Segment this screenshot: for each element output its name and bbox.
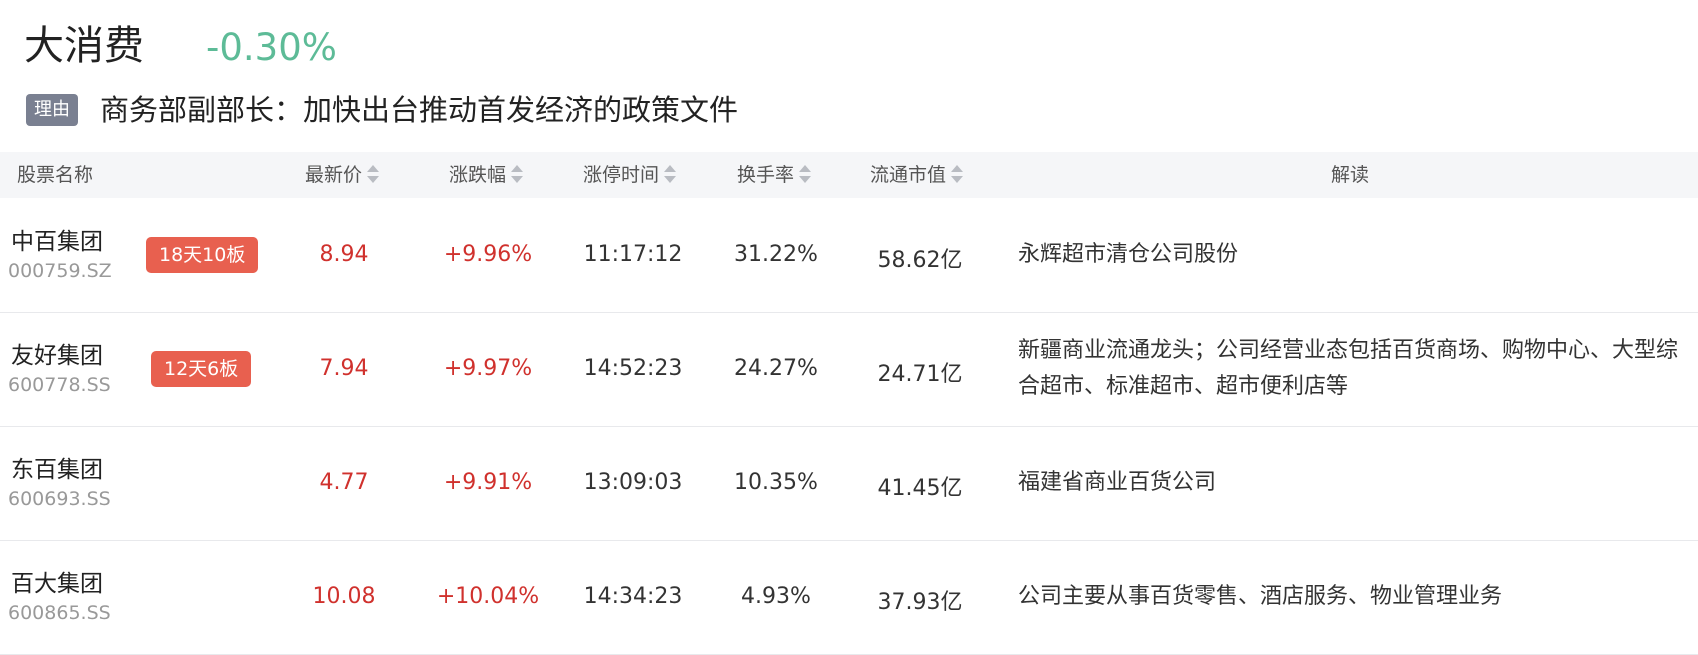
turnover: 31.22% xyxy=(734,242,818,267)
price: 10.08 xyxy=(312,584,376,609)
table-row[interactable]: 百大集团 600865.SS 10.08 +10.04% 14:34:23 4.… xyxy=(0,540,1698,655)
stock-code: 600865.SS xyxy=(8,602,111,624)
table-header: 股票名称 最新价 涨跌幅 涨停时间 换手率 流通市值 解读 xyxy=(0,152,1698,198)
col-header-market-cap-label: 流通市值 xyxy=(870,164,947,186)
change-pct: +9.96% xyxy=(443,242,533,267)
col-header-interpretation: 解读 xyxy=(1331,164,1370,186)
col-header-name: 股票名称 xyxy=(17,164,94,186)
limit-up-badge: 18天10板 xyxy=(146,237,259,273)
change-pct: +9.97% xyxy=(443,356,533,381)
market-cap: 24.71亿 xyxy=(877,362,963,387)
price: 8.94 xyxy=(319,242,369,267)
sector-name: 大消费 xyxy=(24,23,144,69)
limit-time: 11:17:12 xyxy=(583,242,683,267)
turnover: 4.93% xyxy=(741,584,811,609)
interpretation: 福建省商业百货公司 xyxy=(1018,470,1217,495)
price: 7.94 xyxy=(319,356,369,381)
col-header-price-label: 最新价 xyxy=(305,164,363,186)
limit-up-badge: 12天6板 xyxy=(151,351,252,387)
interpretation: 新疆商业流通龙头；公司经营业态包括百货商场、购物中心、大型综合超市、标准超市、超… xyxy=(1018,338,1679,399)
market-cap: 58.62亿 xyxy=(877,248,963,273)
col-header-limit-time[interactable]: 涨停时间 xyxy=(583,152,677,198)
limit-time: 13:09:03 xyxy=(583,470,683,495)
interpretation: 公司主要从事百货零售、酒店服务、物业管理业务 xyxy=(1018,584,1503,609)
table-row[interactable]: 东百集团 600693.SS 4.77 +9.91% 13:09:03 10.3… xyxy=(0,426,1698,541)
sort-icon[interactable] xyxy=(367,164,380,184)
stock-name[interactable]: 百大集团 xyxy=(11,564,103,598)
interpretation: 永辉超市清仓公司股份 xyxy=(1018,242,1239,267)
reason-tag: 理由 xyxy=(26,94,78,126)
stock-code: 000759.SZ xyxy=(8,260,112,282)
sector-header: 大消费 -0.30% 理由 商务部副部长：加快出台推动首发经济的政策文件 xyxy=(0,0,1698,150)
stock-name[interactable]: 东百集团 xyxy=(11,450,103,484)
col-header-market-cap[interactable]: 流通市值 xyxy=(870,152,964,198)
turnover: 10.35% xyxy=(734,470,818,495)
col-header-limit-time-label: 涨停时间 xyxy=(583,164,660,186)
limit-time: 14:52:23 xyxy=(583,356,683,381)
table-row[interactable]: 友好集团 600778.SS 12天6板 7.94 +9.97% 14:52:2… xyxy=(0,312,1698,427)
col-header-price[interactable]: 最新价 xyxy=(305,152,380,198)
reason-text: 商务部副部长：加快出台推动首发经济的政策文件 xyxy=(100,93,739,127)
sort-icon[interactable] xyxy=(511,164,524,184)
limit-time: 14:34:23 xyxy=(583,584,683,609)
turnover: 24.27% xyxy=(734,356,818,381)
col-header-change-label: 涨跌幅 xyxy=(449,164,507,186)
sort-icon[interactable] xyxy=(799,164,812,184)
table-row[interactable]: 中百集团 000759.SZ 18天10板 8.94 +9.96% 11:17:… xyxy=(0,198,1698,313)
sort-icon[interactable] xyxy=(664,164,677,184)
col-header-change[interactable]: 涨跌幅 xyxy=(449,152,524,198)
stock-name[interactable]: 友好集团 xyxy=(11,336,103,370)
price: 4.77 xyxy=(319,470,369,495)
change-pct: +9.91% xyxy=(443,470,533,495)
stock-code: 600693.SS xyxy=(8,488,111,510)
col-header-turnover-label: 换手率 xyxy=(737,164,795,186)
change-pct: +10.04% xyxy=(436,584,540,609)
market-cap: 37.93亿 xyxy=(877,590,963,615)
reason-row: 理由 商务部副部长：加快出台推动首发经济的政策文件 xyxy=(26,92,738,128)
col-header-turnover[interactable]: 换手率 xyxy=(737,152,812,198)
stock-name[interactable]: 中百集团 xyxy=(11,222,103,256)
market-cap: 41.45亿 xyxy=(877,476,963,501)
sector-change: -0.30% xyxy=(206,26,337,69)
stock-code: 600778.SS xyxy=(8,374,111,396)
sort-icon[interactable] xyxy=(951,164,964,184)
